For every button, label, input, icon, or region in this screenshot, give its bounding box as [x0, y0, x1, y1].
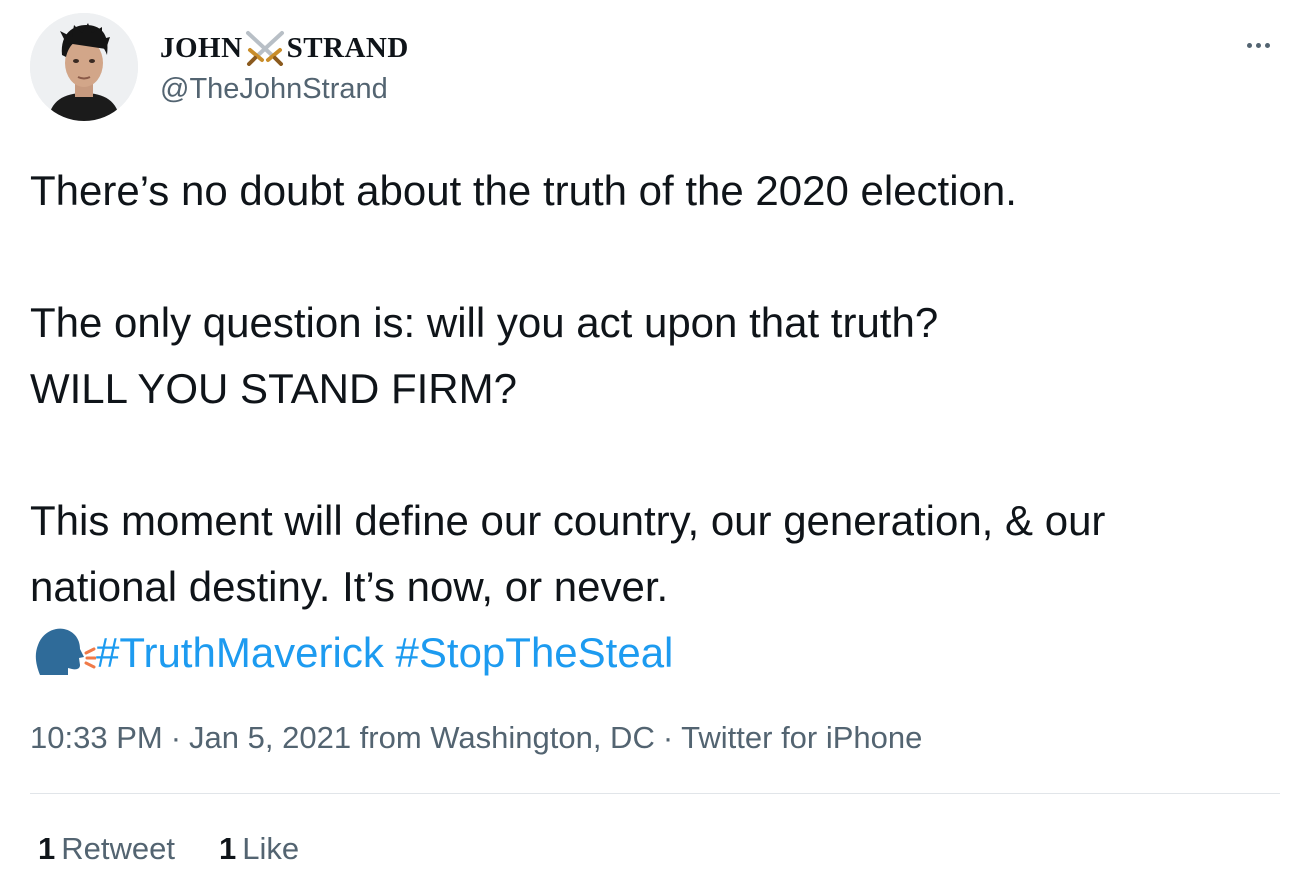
retweets-count: 1 [38, 831, 56, 866]
likes-label: Like [242, 831, 300, 866]
tweet-line: There’s no doubt about the truth of the … [30, 167, 1017, 214]
tweet-line: national destiny. It’s now, or never. [30, 563, 669, 610]
crossed-swords-icon [244, 30, 286, 66]
more-dot-icon [1255, 42, 1261, 48]
divider [30, 793, 1280, 794]
tweet-line: WILL YOU STAND FIRM? [30, 365, 517, 412]
retweets-label: Retweet [61, 831, 175, 866]
tweet-date-location[interactable]: Jan 5, 2021 from Washington, DC [189, 720, 655, 755]
tweet-meta: 10:33 PM · Jan 5, 2021 from Washington, DC… [30, 716, 922, 760]
more-options-button[interactable] [1238, 30, 1278, 60]
meta-separator: · [662, 720, 674, 755]
hashtag-link[interactable]: #TruthMaverick [96, 629, 384, 676]
retweets-link[interactable]: 1 Retweet [38, 826, 175, 872]
display-name-first: JOHN [160, 32, 243, 64]
display-name-row[interactable]: JOHN STRAND [160, 28, 409, 68]
avatar[interactable] [30, 13, 138, 121]
likes-count: 1 [218, 831, 237, 866]
avatar-photo [30, 13, 138, 121]
display-name-last: STRAND [286, 32, 409, 64]
tweet-text: There’s no doubt about the truth of the … [30, 158, 1290, 686]
hashtag-line: #TruthMaverick #StopTheSteal [30, 620, 1290, 686]
engagement-stats: 1 Retweet 1 Like [38, 826, 343, 872]
tweet-line: This moment will define our country, our… [30, 497, 1106, 544]
speaking-head-icon [30, 625, 97, 677]
hashtag-link[interactable]: #StopTheSteal [396, 629, 674, 676]
more-dot-icon [1246, 42, 1252, 48]
likes-link[interactable]: 1 Like [219, 826, 299, 872]
tweet-line: The only question is: will you act upon … [30, 299, 939, 346]
more-dot-icon [1264, 42, 1270, 48]
meta-separator: · [170, 720, 182, 755]
user-handle[interactable]: @TheJohnStrand [160, 70, 388, 108]
tweet-source-link[interactable]: Twitter for iPhone [681, 720, 922, 755]
tweet-time-link[interactable]: 10:33 PM [30, 720, 163, 755]
